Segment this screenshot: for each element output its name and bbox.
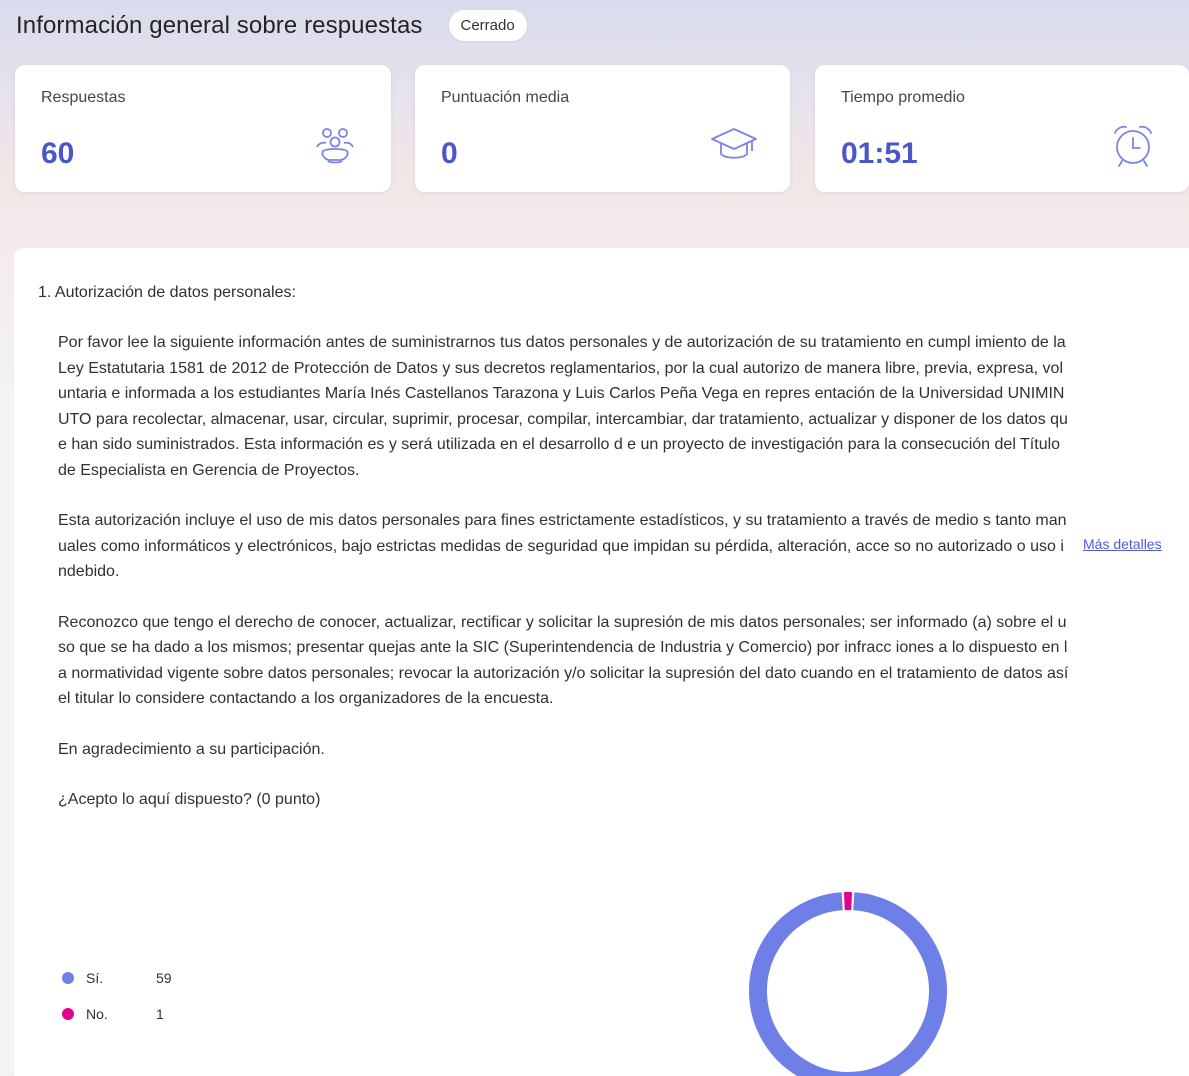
chart-legend: Sí. 59 No. 1 [62, 960, 172, 1032]
stat-card-average-score: Puntuación media 0 [415, 65, 790, 192]
graduation-cap-icon [711, 128, 757, 159]
stat-value: 01:51 [841, 137, 918, 170]
legend-label: Sí. [86, 970, 104, 986]
legend-item-no: No. 1 [62, 996, 172, 1032]
question-card: 1. Autorización de datos personales: Por… [14, 248, 1189, 1076]
legend-count: 59 [156, 970, 172, 986]
more-details-link[interactable]: Más detalles [1083, 536, 1162, 552]
legend-label: No. [86, 1006, 108, 1022]
question-title: 1. Autorización de datos personales: [38, 284, 296, 301]
people-icon [316, 128, 354, 164]
question-paragraph: En agradecimiento a su participación. [58, 740, 325, 758]
question-description: Por favor lee la siguiente información a… [58, 330, 1070, 838]
question-paragraph: Por favor lee la siguiente información a… [58, 334, 1068, 479]
stat-label: Puntuación media [441, 89, 570, 106]
legend-item-yes: Sí. 59 [62, 960, 172, 996]
question-paragraph: ¿Acepto lo aquí dispuesto? (0 punto) [58, 791, 321, 808]
stat-label: Tiempo promedio [841, 89, 965, 106]
question-paragraph: Reconozco que tengo el derecho de conoce… [58, 613, 1069, 708]
donut-chart [749, 892, 947, 1076]
stat-card-responses: Respuestas 60 [15, 65, 391, 192]
page-title: Información general sobre respuestas [16, 11, 423, 39]
stat-value: 0 [441, 137, 458, 170]
stat-value: 60 [41, 137, 75, 170]
stat-label: Respuestas [41, 89, 126, 106]
status-badge: Cerrado [448, 10, 527, 41]
legend-dot-yes [62, 972, 74, 984]
stat-card-average-time: Tiempo promedio 01:51 [815, 65, 1189, 192]
donut-slice-yes[interactable] [749, 892, 947, 1076]
legend-count: 1 [156, 1006, 164, 1022]
alarm-clock-icon [1114, 125, 1152, 167]
header: Información general sobre respuestas Cer… [16, 10, 527, 41]
question-paragraph: Esta autorización incluye el uso de mis … [58, 512, 1067, 580]
legend-dot-no [62, 1008, 74, 1020]
